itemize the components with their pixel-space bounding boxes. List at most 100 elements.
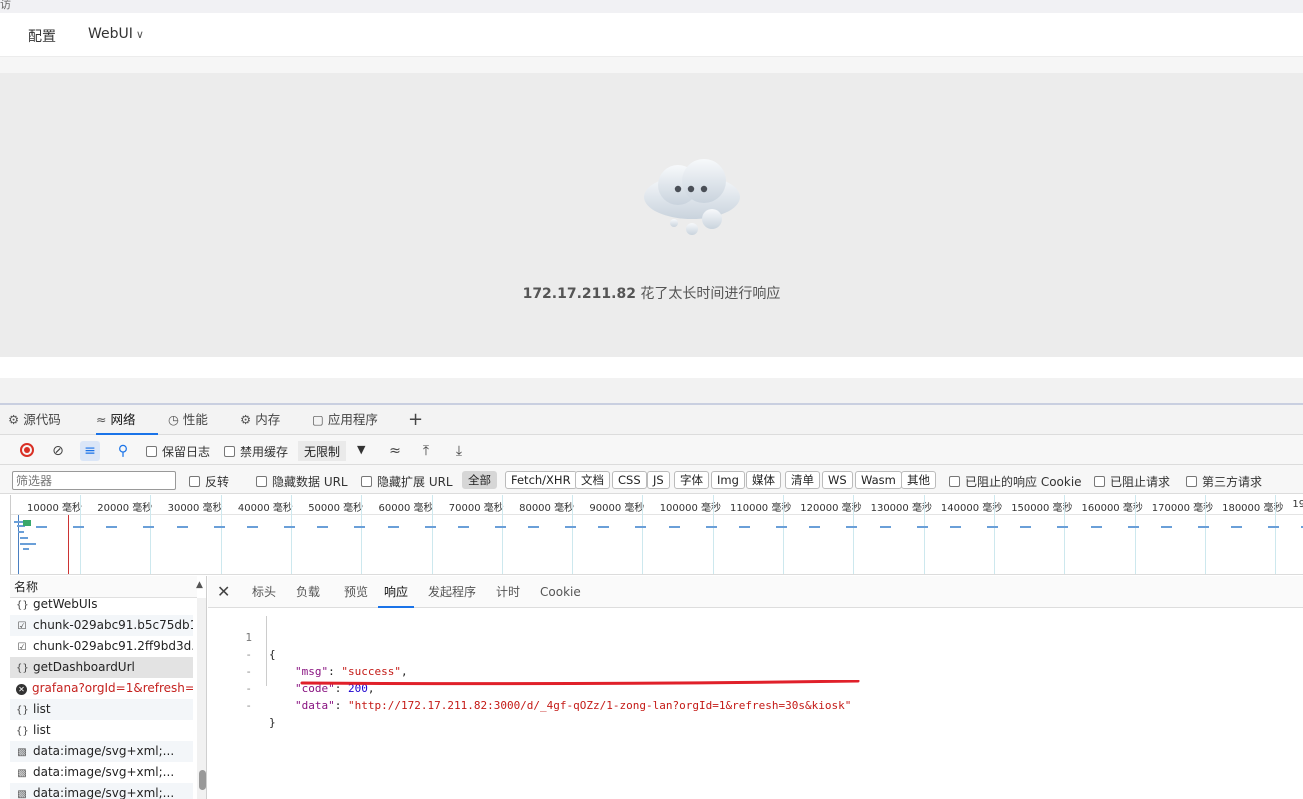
- disable-cache-checkbox[interactable]: 禁用缓存: [224, 443, 288, 460]
- network-conditions-button[interactable]: ≈: [385, 441, 405, 461]
- red-underline-annotation: [300, 680, 860, 686]
- caret-down-icon[interactable]: ▼: [357, 443, 365, 456]
- filter-input[interactable]: [12, 471, 176, 490]
- devtools-panel: ⚙ 源代码 ≈ 网络 ◷ 性能 ⚙ 内存 ▢ 应用程序 + ⊘ ≡ ⚲ 保留日志 禁用缓存…: [0, 403, 1303, 799]
- error-icon: ✕: [16, 684, 27, 695]
- request-bar: [1268, 526, 1280, 528]
- request-bar: [73, 526, 84, 528]
- request-row[interactable]: {} getWebUIs: [10, 594, 193, 615]
- filter-toggle-button[interactable]: ≡: [80, 441, 100, 461]
- detail-tab[interactable]: 负载: [296, 576, 320, 608]
- search-button[interactable]: ⚲: [113, 441, 133, 461]
- type-filter-wasm[interactable]: Wasm: [855, 471, 902, 489]
- request-bar: [809, 526, 821, 528]
- third-party-checkbox[interactable]: 第三方请求: [1186, 473, 1262, 490]
- timeline-tick-label: 90000 毫秒: [589, 503, 645, 514]
- nav-webui-label: WebUI: [88, 26, 133, 42]
- throttle-select[interactable]: 无限制: [298, 441, 347, 461]
- tab-application[interactable]: ▢ 应用程序: [312, 405, 378, 435]
- checkbox[interactable]: [361, 476, 372, 487]
- checkbox[interactable]: [1186, 476, 1197, 487]
- checkbox[interactable]: [146, 446, 157, 457]
- request-row[interactable]: {} getDashboardUrl: [10, 657, 193, 678]
- stop-recording-button[interactable]: [17, 441, 37, 461]
- request-bar: [457, 526, 469, 528]
- sort-up-icon[interactable]: ▲: [196, 580, 203, 590]
- nav-config[interactable]: 配置: [28, 26, 56, 46]
- xhr-icon: {}: [16, 663, 29, 674]
- request-row[interactable]: ▧ data:image/svg+xml;...: [10, 741, 193, 762]
- type-filter-img[interactable]: Img: [711, 471, 745, 489]
- checkbox[interactable]: [949, 476, 960, 487]
- blocked-requests-checkbox[interactable]: 已阻止请求: [1094, 473, 1170, 490]
- timeline-gridline: [923, 495, 925, 574]
- type-filter-css[interactable]: CSS: [612, 471, 647, 489]
- invert-checkbox[interactable]: 反转: [189, 473, 229, 490]
- request-bar: [986, 526, 998, 528]
- request-row[interactable]: ✕ grafana?orgId=1&refresh=...: [10, 678, 193, 699]
- navbar: 配置 WebUI ∨: [0, 13, 1303, 57]
- request-name: list: [33, 723, 51, 737]
- request-bar: [283, 526, 295, 528]
- request-bar: [20, 543, 36, 545]
- checkbox[interactable]: [256, 476, 267, 487]
- request-row[interactable]: {} list: [10, 699, 193, 720]
- detail-tab[interactable]: 标头: [252, 576, 276, 608]
- type-filter-all[interactable]: 全部: [462, 471, 497, 489]
- checkbox-label: 隐藏数据 URL: [272, 475, 348, 489]
- app-window-icon: ▢: [312, 412, 324, 427]
- request-bar: [846, 526, 858, 528]
- error-host: 172.17.211.82: [522, 286, 636, 302]
- request-bar: [143, 526, 155, 528]
- timeline-gridline: [431, 495, 433, 574]
- blocked-cookies-checkbox[interactable]: 已阻止的响应 Cookie: [949, 473, 1082, 490]
- request-row[interactable]: {} list: [10, 720, 193, 741]
- close-icon[interactable]: ✕: [217, 582, 230, 601]
- detail-tab[interactable]: 计时: [496, 576, 520, 608]
- type-filter-ws[interactable]: WS: [822, 471, 853, 489]
- hide-data-url-checkbox[interactable]: 隐藏数据 URL: [256, 473, 348, 490]
- filter-icon: ≡: [84, 443, 96, 459]
- timeline-gridline: [361, 495, 363, 574]
- type-filter-doc[interactable]: 文档: [575, 471, 610, 489]
- import-har-button[interactable]: ⤒: [416, 441, 436, 461]
- timeline-gridline: [783, 495, 784, 574]
- request-row[interactable]: ☑ chunk-029abc91.b5c75db1....: [10, 615, 193, 636]
- request-bar: [1057, 526, 1069, 528]
- type-filter-other[interactable]: 其他: [901, 471, 936, 489]
- code-text: "data": "http://172.17.211.82:3000/d/_4g…: [295, 699, 852, 712]
- tab-memory[interactable]: ⚙ 内存: [240, 405, 280, 435]
- timeline-gridline: [220, 495, 222, 574]
- type-filter-font[interactable]: 字体: [674, 471, 709, 489]
- request-bar: [23, 520, 31, 526]
- type-filter-fetch[interactable]: Fetch/XHR: [505, 471, 577, 489]
- hide-ext-url-checkbox[interactable]: 隐藏扩展 URL: [361, 473, 453, 490]
- top-strip: 访: [0, 0, 1303, 13]
- scrollbar-thumb[interactable]: [199, 770, 206, 790]
- detail-tab[interactable]: 预览: [344, 576, 368, 608]
- tab-network[interactable]: ≈ 网络: [96, 405, 158, 435]
- detail-tab[interactable]: 响应: [378, 576, 415, 608]
- checkbox[interactable]: [189, 476, 200, 487]
- export-har-button[interactable]: ⤓: [449, 441, 469, 461]
- request-list-scrollbar[interactable]: [197, 598, 206, 799]
- tab-sources[interactable]: ⚙ 源代码: [8, 405, 61, 435]
- tab-performance[interactable]: ◷ 性能: [168, 405, 208, 435]
- add-tab-button[interactable]: +: [408, 405, 423, 435]
- detail-tab[interactable]: Cookie: [540, 576, 581, 608]
- nav-webui-menu[interactable]: WebUI ∨: [88, 26, 144, 42]
- detail-tab[interactable]: 发起程序: [428, 576, 476, 608]
- checkbox[interactable]: [224, 446, 235, 457]
- timeline-overview[interactable]: 10000 毫秒 20000 毫秒 30000 毫秒 40000 毫秒 50000 毫秒…: [10, 495, 1303, 575]
- request-row[interactable]: ▧ data:image/svg+xml;...: [10, 762, 193, 783]
- type-filter-media[interactable]: 媒体: [746, 471, 781, 489]
- request-bar: [668, 526, 680, 528]
- type-filter-js[interactable]: JS: [647, 471, 670, 489]
- clear-button[interactable]: ⊘: [48, 441, 68, 461]
- checkbox[interactable]: [1094, 476, 1105, 487]
- request-row[interactable]: ☑ chunk-029abc91.2ff9bd3d.js: [10, 636, 193, 657]
- request-bar: [20, 537, 28, 539]
- type-filter-manifest[interactable]: 清单: [785, 471, 820, 489]
- preserve-log-checkbox[interactable]: 保留日志: [146, 443, 210, 460]
- json-value: "http://172.17.211.82:3000/d/_4gf-qOZz/1…: [348, 699, 852, 712]
